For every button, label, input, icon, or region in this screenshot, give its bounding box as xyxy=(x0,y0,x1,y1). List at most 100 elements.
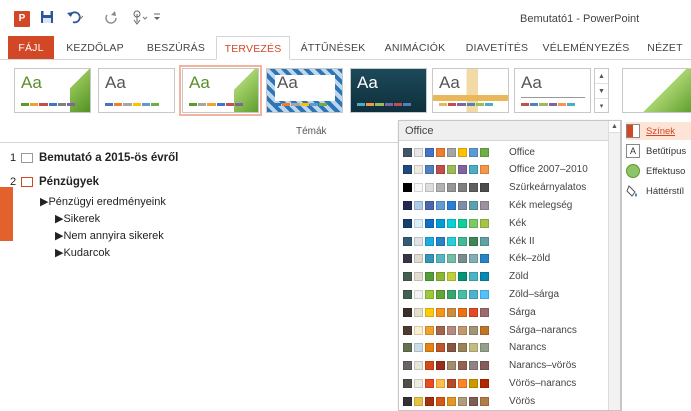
theme-thumbnail[interactable]: Aa xyxy=(98,68,175,113)
outline-bullet[interactable]: ▶Sikerek xyxy=(55,212,100,225)
scroll-up-icon[interactable]: ▲ xyxy=(595,69,608,84)
color-swatch xyxy=(425,147,434,157)
color-swatch xyxy=(480,272,489,282)
color-swatch xyxy=(414,378,423,388)
color-scheme-option[interactable]: Narancs xyxy=(403,339,608,357)
color-swatch xyxy=(436,361,445,371)
tab-slideshow[interactable]: DIAVETÍTÉS xyxy=(460,36,534,60)
tab-home[interactable]: KEZDŐLAP xyxy=(60,36,130,60)
tab-transitions[interactable]: ÁTTŰNÉSEK xyxy=(296,36,370,60)
color-scheme-name: Szürkeárnyalatos xyxy=(509,182,587,194)
color-scheme-name: Sárga xyxy=(509,306,536,318)
outline-bullet[interactable]: ▶Nem annyira sikerek xyxy=(55,229,164,242)
color-swatch xyxy=(403,165,412,175)
undo-icon[interactable] xyxy=(66,10,84,29)
color-scheme-option[interactable]: Office xyxy=(403,143,608,161)
color-swatch xyxy=(403,325,412,335)
tab-animations[interactable]: ANIMÁCIÓK xyxy=(378,36,452,60)
slide-title[interactable]: Bemutató a 2015-ös évről xyxy=(39,152,178,164)
color-swatch xyxy=(447,307,456,317)
color-swatch xyxy=(414,165,423,175)
theme-thumbnail[interactable]: Aa xyxy=(514,68,591,113)
color-swatch xyxy=(436,272,445,282)
outline-slide-2[interactable]: 2 Pénzügyek xyxy=(10,176,99,188)
slide-title[interactable]: Pénzügyek xyxy=(39,176,99,188)
color-swatch xyxy=(436,325,445,335)
color-swatch xyxy=(403,343,412,353)
variants-menu: Színek A Betűtípus Effektuso Háttérstíl xyxy=(621,120,691,411)
color-swatches xyxy=(403,218,501,228)
color-scheme-option[interactable]: Office 2007–2010 xyxy=(403,161,608,179)
color-swatch xyxy=(480,343,489,353)
color-swatch xyxy=(403,307,412,317)
color-swatch xyxy=(425,218,434,228)
touch-mode-icon[interactable] xyxy=(130,10,148,31)
color-swatch xyxy=(414,254,423,264)
tab-insert[interactable]: BESZÚRÁS xyxy=(140,36,212,60)
color-scheme-option[interactable]: Zöld xyxy=(403,268,608,286)
color-swatch xyxy=(414,183,423,193)
menu-item-effects[interactable]: Effektuso xyxy=(626,162,685,180)
color-swatch xyxy=(469,183,478,193)
menu-item-colors[interactable]: Színek xyxy=(626,122,691,140)
theme-thumbnail[interactable]: Aa xyxy=(350,68,427,113)
color-swatches xyxy=(403,147,501,157)
color-scheme-name: Zöld xyxy=(509,271,529,283)
tab-view[interactable]: NÉZET xyxy=(640,36,690,60)
ribbon-tabs: FÁJL KEZDŐLAP BESZÚRÁS TERVEZÉS ÁTTŰNÉSE… xyxy=(0,36,691,60)
color-scheme-option[interactable]: Kék xyxy=(403,214,608,232)
color-swatch xyxy=(447,165,456,175)
color-scheme-option[interactable]: Kék melegség xyxy=(403,196,608,214)
menu-item-background-styles[interactable]: Háttérstíl xyxy=(626,182,684,200)
color-swatch xyxy=(480,218,489,228)
tab-review[interactable]: VÉLEMÉNYEZÉS xyxy=(540,36,632,60)
color-swatch xyxy=(436,396,445,406)
color-swatch xyxy=(447,147,456,157)
tab-file[interactable]: FÁJL xyxy=(8,36,54,60)
gallery-more-icon[interactable]: ▾ xyxy=(595,99,608,114)
theme-thumbnail[interactable]: Aa xyxy=(266,68,343,113)
gallery-scroll[interactable]: ▲ ▼ ▾ xyxy=(594,68,609,113)
powerpoint-logo-icon[interactable]: P xyxy=(14,11,30,27)
customize-icon[interactable] xyxy=(152,10,162,28)
color-scheme-option[interactable]: Zöld–sárga xyxy=(403,285,608,303)
outline-bullet[interactable]: ▶Pénzügyi eredményeink xyxy=(40,195,166,208)
outline-slide-1[interactable]: 1 Bemutató a 2015-ös évről xyxy=(10,152,178,164)
color-swatch xyxy=(414,325,423,335)
color-scheme-name: Sárga–narancs xyxy=(509,324,577,336)
color-scheme-option[interactable]: Vörös xyxy=(403,392,608,410)
color-swatches xyxy=(403,236,501,246)
menu-item-fonts[interactable]: A Betűtípus xyxy=(626,142,686,160)
color-scheme-option[interactable]: Szürkeárnyalatos xyxy=(403,179,608,197)
effects-icon xyxy=(626,164,640,178)
outline-bullet[interactable]: ▶Kudarcok xyxy=(55,246,110,259)
color-scheme-option[interactable]: Kék II xyxy=(403,232,608,250)
color-swatch xyxy=(403,218,412,228)
color-scheme-option[interactable]: Narancs–vörös xyxy=(403,357,608,375)
color-swatch xyxy=(436,236,445,246)
theme-thumbnail-selected[interactable]: Aa xyxy=(179,65,262,116)
color-swatch xyxy=(403,200,412,210)
color-swatch xyxy=(469,378,478,388)
color-scheme-option[interactable]: Sárga–narancs xyxy=(403,321,608,339)
color-swatch xyxy=(403,396,412,406)
color-scheme-name: Zöld–sárga xyxy=(509,288,560,300)
color-scheme-option[interactable]: Vörös–narancs xyxy=(403,374,608,392)
save-icon[interactable] xyxy=(40,10,54,29)
color-swatch xyxy=(414,147,423,157)
scroll-up-icon[interactable]: ▲ xyxy=(609,121,620,133)
color-swatch xyxy=(414,272,423,282)
theme-thumbnail[interactable]: Aa xyxy=(432,68,509,113)
variant-thumbnail[interactable] xyxy=(622,68,691,113)
dropdown-scrollbar[interactable]: ▲ xyxy=(608,121,620,410)
theme-thumbnail[interactable]: Aa xyxy=(14,68,91,113)
tab-design[interactable]: TERVEZÉS xyxy=(216,36,290,60)
color-swatches xyxy=(403,272,501,282)
scroll-down-icon[interactable]: ▼ xyxy=(595,84,608,99)
color-swatch xyxy=(447,325,456,335)
color-scheme-option[interactable]: Kék–zöld xyxy=(403,250,608,268)
color-swatch xyxy=(425,200,434,210)
redo-icon[interactable] xyxy=(104,10,118,29)
color-swatch xyxy=(469,325,478,335)
color-scheme-option[interactable]: Sárga xyxy=(403,303,608,321)
